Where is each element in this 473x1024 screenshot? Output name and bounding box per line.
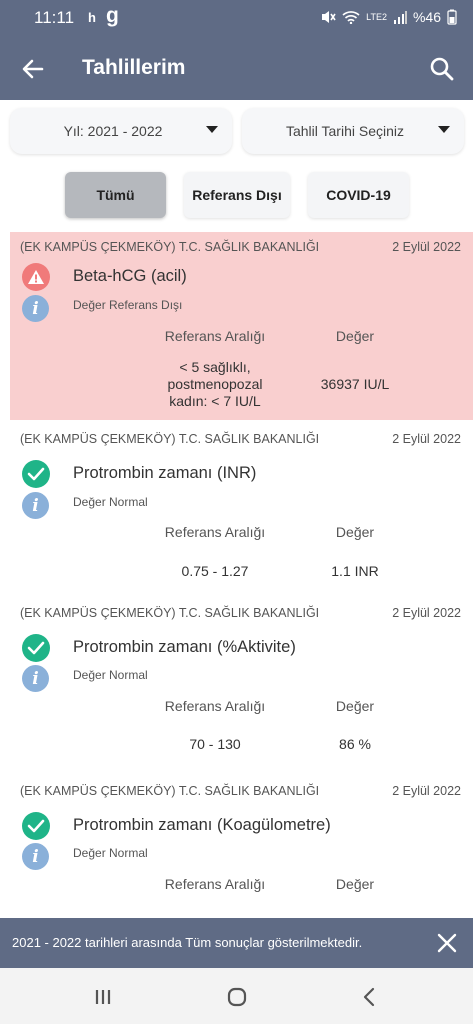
institution-name: (EK KAMPÜS ÇEKMEKÖY) T.C. SAĞLIK BAKANLI…: [20, 784, 320, 798]
page-title: Tahlillerim: [82, 56, 186, 79]
value-header: Değer: [335, 328, 375, 344]
battery-level: %46: [412, 9, 441, 25]
result-value: 36937 IU/L: [320, 376, 390, 392]
institution-name: (EK KAMPÜS ÇEKMEKÖY) T.C. SAĞLIK BAKANLI…: [20, 240, 320, 254]
tab-covid-19[interactable]: COVID-19: [308, 172, 409, 218]
signal-icon: [393, 11, 407, 24]
close-icon[interactable]: [435, 931, 459, 955]
network-label: LTE2: [366, 12, 387, 22]
info-icon[interactable]: i: [22, 295, 49, 322]
warning-icon: [22, 263, 50, 291]
system-nav-bar: [0, 968, 473, 1024]
check-circle-icon: [22, 634, 50, 662]
chevron-down-icon: [438, 126, 450, 133]
result-date: 2 Eylül 2022: [392, 784, 461, 798]
result-card[interactable]: (EK KAMPÜS ÇEKMEKÖY) T.C. SAĞLIK BAKANLI…: [10, 776, 473, 918]
reference-range-header: Referans Aralığı: [164, 876, 266, 892]
filter-tabs: Tümü Referans Dışı COVID-19: [0, 172, 473, 218]
institution-name: (EK KAMPÜS ÇEKMEKÖY) T.C. SAĞLIK BAKANLI…: [20, 432, 320, 446]
test-name: Protrombin zamanı (Koagülometre): [73, 816, 331, 834]
check-circle-icon: [22, 460, 50, 488]
reference-range: 0.75 - 1.27: [181, 563, 249, 579]
result-value: 86 %: [339, 736, 371, 752]
tab-out-of-range[interactable]: Referans Dışı: [184, 172, 290, 218]
test-name: Protrombin zamanı (%Aktivite): [73, 638, 296, 656]
status-time: 11:11: [34, 8, 75, 27]
tab-all[interactable]: Tümü: [65, 172, 166, 218]
reference-range-header: Referans Aralığı: [164, 524, 266, 540]
chevron-down-icon: [206, 126, 218, 133]
wifi-icon: [342, 11, 360, 24]
notification-g-icon: g: [106, 4, 119, 27]
reference-range: < 5 sağlıklı, postmenopozal kadın: < 7 I…: [167, 359, 263, 409]
value-header: Değer: [335, 698, 375, 714]
value-status: Değer Normal: [73, 668, 148, 682]
info-icon[interactable]: i: [22, 843, 49, 870]
reference-range-header: Referans Aralığı: [164, 328, 266, 344]
test-name: Beta-hCG (acil): [73, 267, 187, 285]
value-header: Değer: [335, 524, 375, 540]
home-icon[interactable]: [222, 982, 252, 1012]
system-icons: LTE2 %46: [320, 9, 457, 25]
recent-apps-icon[interactable]: [88, 982, 118, 1012]
app-bar: Tahlillerim: [0, 36, 473, 100]
arrow-left-icon[interactable]: [18, 54, 48, 84]
search-icon[interactable]: [427, 54, 457, 84]
notification-h-icon: h: [88, 10, 96, 25]
institution-name: (EK KAMPÜS ÇEKMEKÖY) T.C. SAĞLIK BAKANLI…: [20, 606, 320, 620]
result-date: 2 Eylül 2022: [392, 240, 461, 254]
year-dropdown-label: Yıl: 2021 - 2022: [63, 123, 163, 139]
year-dropdown[interactable]: Yıl: 2021 - 2022: [10, 108, 232, 154]
value-header: Değer: [335, 876, 375, 892]
value-status: Değer Normal: [73, 846, 148, 860]
info-icon[interactable]: i: [22, 665, 49, 692]
info-icon[interactable]: i: [22, 492, 49, 519]
test-date-dropdown[interactable]: Tahlil Tarihi Seçiniz: [242, 108, 464, 154]
status-bar: 11:11 h g LTE2 %46: [0, 0, 473, 36]
result-date: 2 Eylül 2022: [392, 432, 461, 446]
check-circle-icon: [22, 812, 50, 840]
filter-bar: Yıl: 2021 - 2022 Tahlil Tarihi Seçiniz: [0, 108, 473, 156]
info-snackbar: 2021 - 2022 tarihleri arasında Tüm sonuç…: [0, 918, 473, 968]
value-status: Değer Normal: [73, 495, 148, 509]
results-list: (EK KAMPÜS ÇEKMEKÖY) T.C. SAĞLIK BAKANLI…: [0, 232, 473, 918]
result-value: 1.1 INR: [331, 563, 379, 579]
reference-range-header: Referans Aralığı: [164, 698, 266, 714]
snackbar-message: 2021 - 2022 tarihleri arasında Tüm sonuç…: [12, 935, 363, 950]
test-name: Protrombin zamanı (INR): [73, 464, 257, 482]
reference-range: 70 - 130: [189, 736, 241, 752]
result-date: 2 Eylül 2022: [392, 606, 461, 620]
result-card[interactable]: (EK KAMPÜS ÇEKMEKÖY) T.C. SAĞLIK BAKANLI…: [10, 598, 473, 776]
result-card[interactable]: (EK KAMPÜS ÇEKMEKÖY) T.C. SAĞLIK BAKANLI…: [10, 232, 473, 420]
result-card[interactable]: (EK KAMPÜS ÇEKMEKÖY) T.C. SAĞLIK BAKANLI…: [10, 420, 473, 598]
test-date-dropdown-label: Tahlil Tarihi Seçiniz: [285, 123, 404, 139]
mute-icon: [322, 11, 336, 23]
battery-icon: [447, 9, 457, 25]
back-nav-icon[interactable]: [355, 982, 385, 1012]
value-status: Değer Referans Dışı: [73, 298, 183, 312]
